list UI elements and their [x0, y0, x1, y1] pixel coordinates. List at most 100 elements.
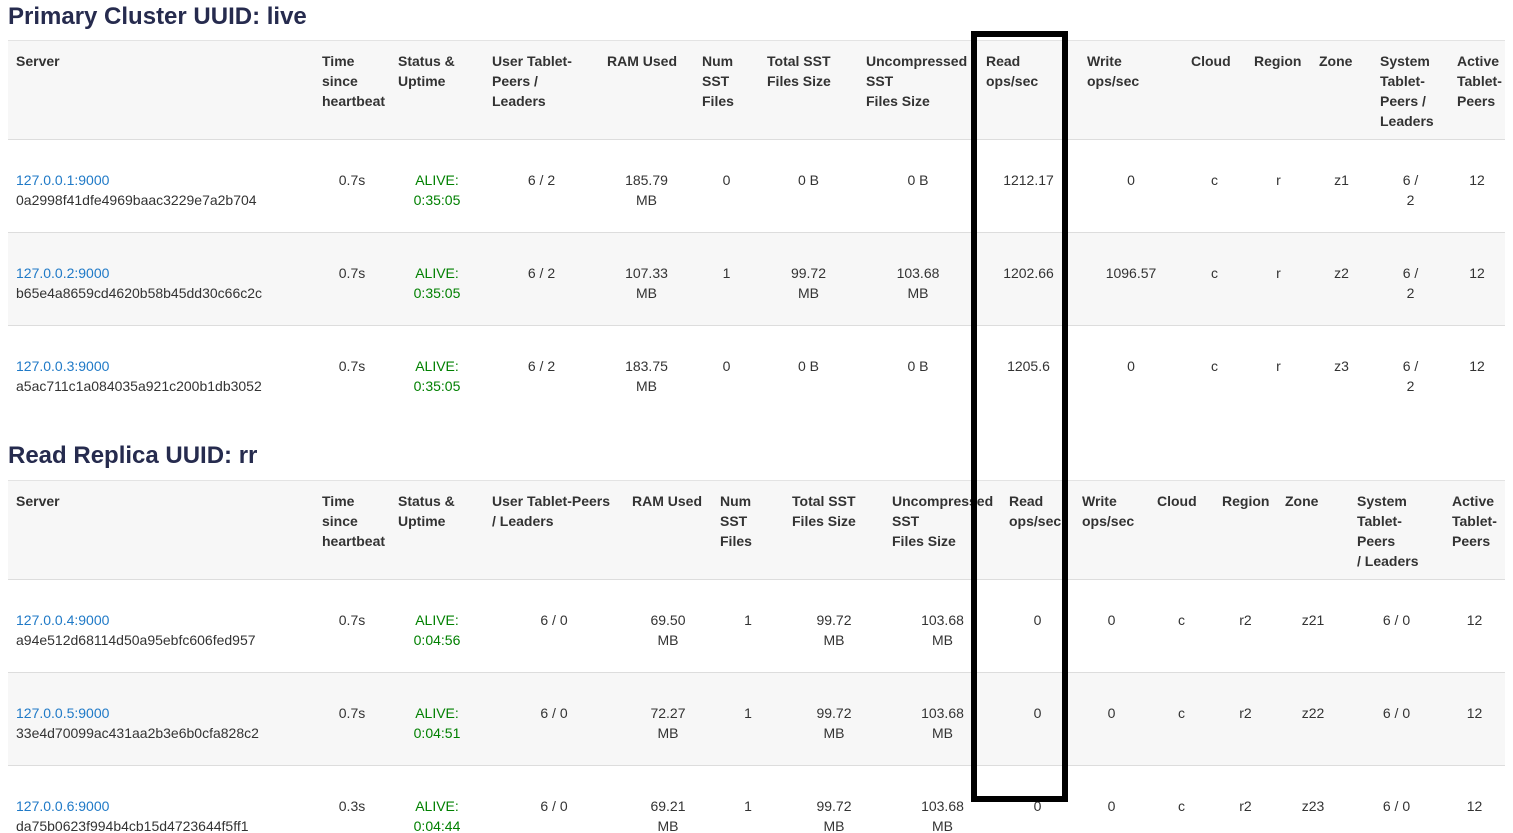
cell-total-sst-size: 99.72 MB: [784, 765, 884, 833]
cell-system-tablet-peers: 6 / 0: [1349, 579, 1444, 672]
server-link[interactable]: 127.0.0.4:9000: [16, 610, 109, 630]
cell-status-uptime: ALIVE: 0:35:05: [390, 140, 484, 233]
col-header-status-uptime: Status & Uptime: [390, 480, 484, 579]
cell-cloud: c: [1149, 765, 1214, 833]
read-replica-table: Server Time since heartbeat Status & Upt…: [8, 480, 1505, 833]
server-uuid: da75b0623f994b4cb15d4723644f5ff1: [16, 816, 306, 833]
cell-ram-used: 72.27 MB: [624, 672, 712, 765]
col-header-region: Region: [1214, 480, 1277, 579]
server-link[interactable]: 127.0.0.1:9000: [16, 170, 109, 190]
cell-zone: z2: [1311, 233, 1372, 326]
col-header-num-sst-files: Num SST Files: [712, 480, 784, 579]
col-header-cloud: Cloud: [1183, 41, 1246, 140]
cell-region: r2: [1214, 579, 1277, 672]
col-header-total-sst-size: Total SST Files Size: [759, 41, 858, 140]
col-header-uncompressed-sst-size: Uncompressed SST Files Size: [884, 480, 1001, 579]
cell-zone: z1: [1311, 140, 1372, 233]
cell-active-tablet-peers: 12: [1449, 233, 1505, 326]
cell-uncompressed-sst-size: 103.68 MB: [884, 672, 1001, 765]
col-header-read-ops: Read ops/sec: [1001, 480, 1074, 579]
table-row: 127.0.0.2:9000 b65e4a8659cd4620b58b45dd3…: [8, 233, 1505, 326]
cell-total-sst-size: 99.72 MB: [784, 672, 884, 765]
cell-heartbeat: 0.7s: [314, 233, 390, 326]
col-header-system-tablet-peers: System Tablet-Peers / Leaders: [1349, 480, 1444, 579]
cell-region: r: [1246, 233, 1311, 326]
table-row: 127.0.0.6:9000 da75b0623f994b4cb15d47236…: [8, 765, 1505, 833]
server-cell: 127.0.0.3:9000 a5ac711c1a084035a921c200b…: [8, 326, 314, 419]
cell-system-tablet-peers: 6 / 2: [1372, 233, 1449, 326]
server-cell: 127.0.0.2:9000 b65e4a8659cd4620b58b45dd3…: [8, 233, 314, 326]
cell-uncompressed-sst-size: 103.68 MB: [884, 765, 1001, 833]
col-header-user-tablet-peers: User Tablet- Peers / Leaders: [484, 41, 599, 140]
cell-ram-used: 107.33 MB: [599, 233, 694, 326]
col-header-user-tablet-peers: User Tablet-Peers / Leaders: [484, 480, 624, 579]
col-header-status-uptime: Status & Uptime: [390, 41, 484, 140]
cell-status-uptime: ALIVE: 0:35:05: [390, 233, 484, 326]
cell-user-tablet-peers: 6 / 2: [484, 326, 599, 419]
cell-ram-used: 183.75 MB: [599, 326, 694, 419]
cell-write-ops: 0: [1079, 140, 1183, 233]
cell-heartbeat: 0.3s: [314, 765, 390, 833]
cell-active-tablet-peers: 12: [1444, 765, 1505, 833]
cell-num-sst-files: 0: [694, 326, 759, 419]
server-uuid: b65e4a8659cd4620b58b45dd30c66c2c: [16, 283, 306, 303]
cell-num-sst-files: 1: [694, 233, 759, 326]
cell-active-tablet-peers: 12: [1449, 140, 1505, 233]
server-cell: 127.0.0.1:9000 0a2998f41dfe4969baac3229e…: [8, 140, 314, 233]
cell-read-ops: 1212.17: [978, 140, 1079, 233]
cell-cloud: c: [1183, 233, 1246, 326]
cell-read-ops: 0: [1001, 672, 1074, 765]
server-link[interactable]: 127.0.0.6:9000: [16, 796, 109, 816]
col-header-zone: Zone: [1311, 41, 1372, 140]
table-row: 127.0.0.4:9000 a94e512d68114d50a95ebfc60…: [8, 579, 1505, 672]
cell-read-ops: 1202.66: [978, 233, 1079, 326]
col-header-read-ops: Read ops/sec: [978, 41, 1079, 140]
cell-active-tablet-peers: 12: [1449, 326, 1505, 419]
table-row: 127.0.0.1:9000 0a2998f41dfe4969baac3229e…: [8, 140, 1505, 233]
cell-system-tablet-peers: 6 / 0: [1349, 765, 1444, 833]
cell-write-ops: 0: [1074, 765, 1149, 833]
cell-user-tablet-peers: 6 / 2: [484, 140, 599, 233]
cell-zone: z22: [1277, 672, 1349, 765]
server-cell: 127.0.0.6:9000 da75b0623f994b4cb15d47236…: [8, 765, 314, 833]
server-uuid: 33e4d70099ac431aa2b3e6b0cfa828c2: [16, 723, 306, 743]
server-cell: 127.0.0.4:9000 a94e512d68114d50a95ebfc60…: [8, 579, 314, 672]
col-header-server: Server: [8, 480, 314, 579]
cell-region: r2: [1214, 765, 1277, 833]
cell-cloud: c: [1149, 579, 1214, 672]
cell-heartbeat: 0.7s: [314, 579, 390, 672]
col-header-zone: Zone: [1277, 480, 1349, 579]
col-header-system-tablet-peers: System Tablet- Peers / Leaders: [1372, 41, 1449, 140]
server-link[interactable]: 127.0.0.3:9000: [16, 356, 109, 376]
server-link[interactable]: 127.0.0.5:9000: [16, 703, 109, 723]
cell-heartbeat: 0.7s: [314, 140, 390, 233]
col-header-ram-used: RAM Used: [624, 480, 712, 579]
table-row: 127.0.0.5:9000 33e4d70099ac431aa2b3e6b0c…: [8, 672, 1505, 765]
cell-write-ops: 0: [1074, 672, 1149, 765]
cell-region: r2: [1214, 672, 1277, 765]
cell-system-tablet-peers: 6 / 0: [1349, 672, 1444, 765]
cell-write-ops: 0: [1079, 326, 1183, 419]
cell-num-sst-files: 1: [712, 672, 784, 765]
col-header-active-tablet-peers: Active Tablet- Peers: [1449, 41, 1505, 140]
server-link[interactable]: 127.0.0.2:9000: [16, 263, 109, 283]
primary-cluster-title: Primary Cluster UUID: live: [8, 2, 1505, 31]
col-header-num-sst-files: Num SST Files: [694, 41, 759, 140]
cell-write-ops: 0: [1074, 579, 1149, 672]
cell-status-uptime: ALIVE: 0:04:56: [390, 579, 484, 672]
cell-system-tablet-peers: 6 / 2: [1372, 140, 1449, 233]
cell-user-tablet-peers: 6 / 0: [484, 765, 624, 833]
cell-total-sst-size: 99.72 MB: [759, 233, 858, 326]
cell-active-tablet-peers: 12: [1444, 579, 1505, 672]
cell-zone: z3: [1311, 326, 1372, 419]
cell-heartbeat: 0.7s: [314, 326, 390, 419]
cell-num-sst-files: 1: [712, 765, 784, 833]
col-header-active-tablet-peers: Active Tablet- Peers: [1444, 480, 1505, 579]
cell-heartbeat: 0.7s: [314, 672, 390, 765]
cell-status-uptime: ALIVE: 0:04:44: [390, 765, 484, 833]
cell-user-tablet-peers: 6 / 2: [484, 233, 599, 326]
col-header-total-sst-size: Total SST Files Size: [784, 480, 884, 579]
col-header-server: Server: [8, 41, 314, 140]
table-row: 127.0.0.3:9000 a5ac711c1a084035a921c200b…: [8, 326, 1505, 419]
cell-zone: z23: [1277, 765, 1349, 833]
